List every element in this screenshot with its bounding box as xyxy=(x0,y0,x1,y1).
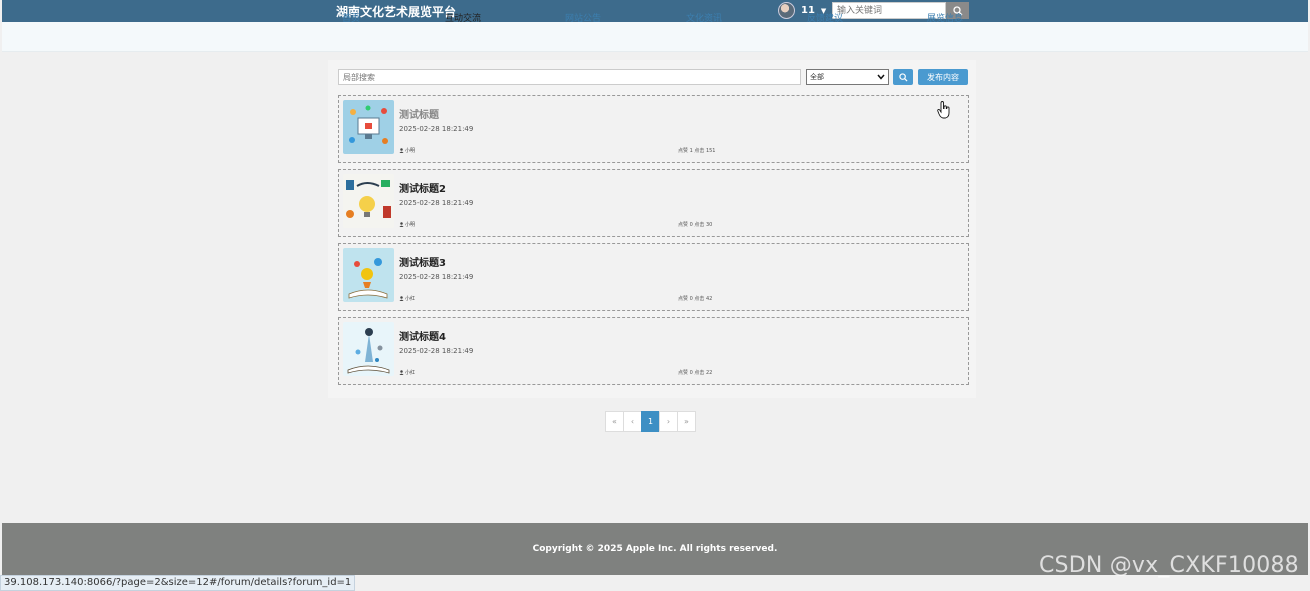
search-icon xyxy=(898,72,908,82)
post-author: 小明 xyxy=(399,221,415,228)
last-page-button[interactable]: » xyxy=(677,411,696,432)
first-page-button[interactable]: « xyxy=(605,411,624,432)
user-icon xyxy=(399,370,404,375)
post-author-name: 小红 xyxy=(405,370,416,376)
nav-announcements[interactable]: 网站公告 xyxy=(565,11,601,24)
post-date: 2025-02-28 18:21:49 xyxy=(399,273,474,281)
post-title[interactable]: 测试标题 xyxy=(399,106,439,121)
current-page-button[interactable]: 1 xyxy=(641,411,660,432)
publish-button[interactable]: 发布内容 xyxy=(918,69,968,85)
status-bar-url: 39.108.173.140:8066/?page=2&size=12#/for… xyxy=(0,575,356,591)
chevron-down-icon xyxy=(877,74,885,80)
user-icon xyxy=(399,296,404,301)
prev-page-button[interactable]: ‹ xyxy=(623,411,642,432)
post-author-name: 小明 xyxy=(405,222,416,228)
post-author: 小红 xyxy=(399,369,415,376)
nav-feedback[interactable]: 反馈建议 xyxy=(807,11,843,24)
watermark-text: CSDN @vx_CXKF10088 xyxy=(1039,553,1299,578)
post-stats: 点赞 0 点击 22 xyxy=(678,370,713,376)
post-title[interactable]: 测试标题4 xyxy=(399,328,446,343)
post-date: 2025-02-28 18:21:49 xyxy=(399,199,474,207)
user-icon xyxy=(399,222,404,227)
nav-home[interactable]: 首页 xyxy=(342,11,360,24)
post-thumbnail[interactable] xyxy=(343,174,394,228)
avatar[interactable] xyxy=(778,2,795,19)
local-search-input[interactable] xyxy=(338,69,801,85)
post-author-name: 小红 xyxy=(405,296,416,302)
search-button[interactable] xyxy=(893,69,913,85)
post-thumbnail[interactable] xyxy=(343,100,394,154)
category-select[interactable]: 全部 xyxy=(806,69,889,85)
nav-forum[interactable]: 互动交流 xyxy=(445,11,481,24)
post-card[interactable]: 测试标题4 2025-02-28 18:21:49 小红 点赞 0 点击 22 xyxy=(338,317,969,385)
category-selected-value: 全部 xyxy=(810,73,824,81)
pagination: « ‹ 1 › » xyxy=(605,411,696,432)
post-title[interactable]: 测试标题3 xyxy=(399,254,446,269)
nav-culture-news[interactable]: 文化资讯 xyxy=(686,11,722,24)
post-stats: 点赞 0 点击 42 xyxy=(678,296,713,302)
main-nav xyxy=(2,22,1308,52)
post-stats: 点赞 1 点击 151 xyxy=(678,148,716,154)
top-bar xyxy=(2,0,1308,22)
post-thumbnail[interactable] xyxy=(343,248,394,302)
post-thumbnail[interactable] xyxy=(343,322,394,376)
hand-cursor-icon xyxy=(937,101,950,119)
post-date: 2025-02-28 18:21:49 xyxy=(399,347,474,355)
post-author: 小明 xyxy=(399,147,415,154)
user-icon xyxy=(399,148,404,153)
post-card[interactable]: 测试标题2 2025-02-28 18:21:49 小明 点赞 0 点击 30 xyxy=(338,169,969,237)
post-stats: 点赞 0 点击 30 xyxy=(678,222,713,228)
post-date: 2025-02-28 18:21:49 xyxy=(399,125,474,133)
post-author-name: 小明 xyxy=(405,148,416,154)
post-card[interactable]: 测试标题3 2025-02-28 18:21:49 小红 点赞 0 点击 42 xyxy=(338,243,969,311)
post-author: 小红 xyxy=(399,295,415,302)
next-page-button[interactable]: › xyxy=(659,411,678,432)
post-title[interactable]: 测试标题2 xyxy=(399,180,446,195)
nav-exhibitions[interactable]: 展览信息 xyxy=(927,11,963,24)
post-card[interactable]: 测试标题 2025-02-28 18:21:49 小明 点赞 1 点击 151 xyxy=(338,95,969,163)
copyright-text: Copyright © 2025 Apple Inc. All rights r… xyxy=(532,544,778,554)
